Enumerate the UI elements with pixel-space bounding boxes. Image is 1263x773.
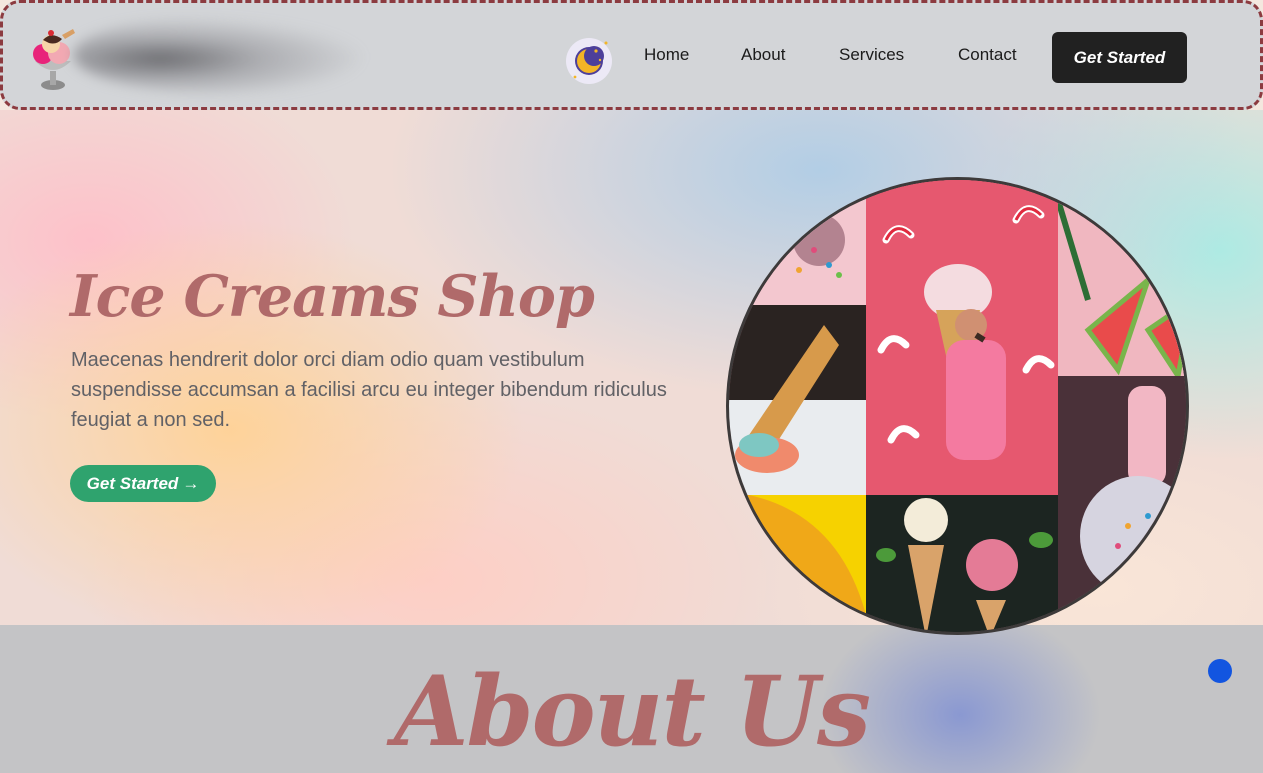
sprinkles-tile	[729, 180, 866, 305]
site-header: Home About Services Contact Get Started	[0, 0, 1263, 110]
nav-contact-link[interactable]: Contact	[958, 45, 1017, 65]
moon-stars-icon	[573, 41, 608, 79]
strawberry-popsicle-tile	[1058, 376, 1186, 632]
theme-toggle-button[interactable]	[566, 38, 612, 84]
scroll-to-top-button[interactable]	[1208, 659, 1232, 683]
hero-get-started-button[interactable]: Get Started →	[70, 465, 216, 502]
ice-cream-logo-icon[interactable]	[29, 27, 79, 95]
about-title: About Us	[394, 655, 871, 768]
hero-title: Ice Creams Shop	[70, 263, 595, 330]
ice-cream-scoops-tile	[866, 495, 1058, 632]
nav-services-link[interactable]: Services	[839, 45, 904, 65]
ice-cream-collage-image	[726, 177, 1189, 635]
header-get-started-button[interactable]: Get Started	[1052, 32, 1187, 83]
arrow-right-icon: →	[182, 473, 200, 493]
about-section: About Us	[0, 625, 1263, 773]
man-with-ice-cream-tile	[866, 180, 1058, 495]
hero-cta-label: Get Started	[86, 473, 179, 493]
melting-cone-tile	[729, 305, 866, 495]
hero-description: Maecenas hendrerit dolor orci diam odio …	[71, 349, 667, 431]
nav-home-link[interactable]: Home	[644, 45, 689, 65]
nav-about-link[interactable]: About	[741, 45, 785, 65]
blurred-brand-name	[73, 17, 363, 93]
yellow-tile	[729, 495, 866, 632]
watermelon-tile	[1058, 180, 1186, 376]
